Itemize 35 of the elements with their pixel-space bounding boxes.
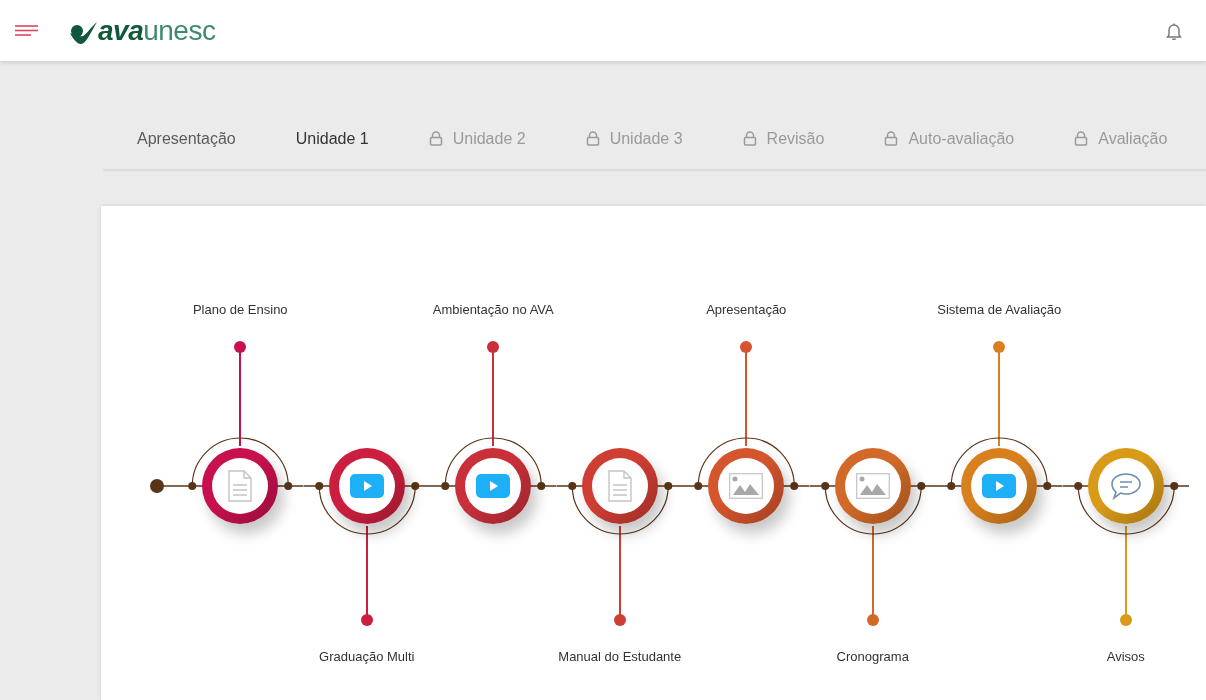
document-icon xyxy=(227,470,254,502)
lock-icon xyxy=(1074,131,1089,146)
document-icon xyxy=(606,470,633,502)
timeline-node[interactable] xyxy=(961,448,1038,524)
image-icon xyxy=(729,473,764,499)
timeline-label[interactable]: Avisos xyxy=(1106,647,1145,667)
timeline-node[interactable] xyxy=(581,448,658,524)
timeline-node[interactable] xyxy=(328,448,405,524)
timeline-node[interactable] xyxy=(455,448,532,524)
timeline-start-dot xyxy=(150,479,177,493)
unit-tab[interactable]: Unidade 1 xyxy=(295,126,369,151)
timeline-label[interactable]: Manual do Estudante xyxy=(558,647,682,667)
timeline-label[interactable]: Apresentação xyxy=(706,300,787,320)
notification-bell-icon[interactable] xyxy=(1166,21,1182,40)
logo-text: avaunesc xyxy=(98,16,216,45)
image-icon xyxy=(855,473,890,499)
lock-icon xyxy=(428,131,443,146)
menu-icon[interactable] xyxy=(15,25,38,36)
timeline-node[interactable] xyxy=(202,448,279,524)
unit-tab[interactable]: Apresentação xyxy=(137,126,236,151)
timeline-node[interactable] xyxy=(708,448,785,524)
lock-icon xyxy=(742,131,757,146)
timeline-label[interactable]: Sistema de Avaliação xyxy=(937,300,1062,320)
timeline-node[interactable] xyxy=(834,448,911,524)
lock-icon xyxy=(585,131,600,146)
chat-bubble-icon xyxy=(1109,472,1142,500)
timeline-node[interactable] xyxy=(1087,448,1164,524)
timeline-label[interactable]: Graduação Multi xyxy=(319,647,415,667)
timeline-label[interactable]: Ambientação no AVA xyxy=(432,300,554,320)
play-video-icon xyxy=(982,474,1017,498)
timeline-label[interactable]: Plano de Ensino xyxy=(192,300,288,320)
lock-icon xyxy=(884,131,899,146)
play-video-icon xyxy=(349,474,384,498)
timeline-label[interactable]: Cronograma xyxy=(836,647,909,667)
play-video-icon xyxy=(476,474,511,498)
